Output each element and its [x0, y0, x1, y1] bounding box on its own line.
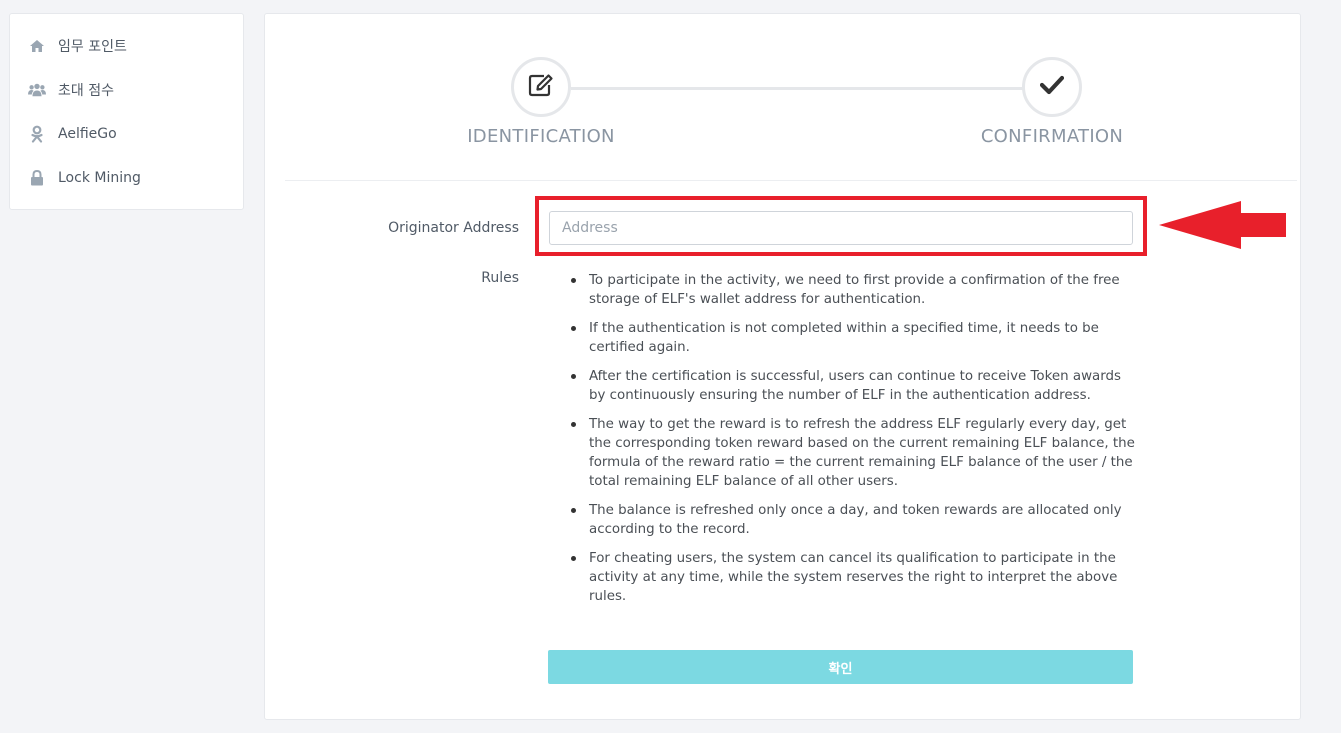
divider: [285, 180, 1297, 181]
arrow-left-icon: [1159, 201, 1286, 249]
rule-item: The balance is refreshed only once a day…: [569, 501, 1139, 539]
sidebar-item-invite-score[interactable]: 초대 점수: [10, 75, 243, 105]
lock-icon: [28, 169, 46, 187]
sidebar-item-label: 초대 점수: [58, 83, 114, 99]
home-icon: [28, 37, 46, 55]
edit-icon: [528, 73, 554, 101]
sidebar-item-label: Lock Mining: [58, 170, 141, 186]
sidebar-item-label: AelfieGo: [58, 126, 117, 142]
step-label-identification: IDENTIFICATION: [467, 126, 615, 147]
check-icon: [1039, 75, 1065, 99]
originator-address-label: Originator Address: [388, 220, 519, 236]
rule-item: After the certification is successful, u…: [569, 367, 1139, 405]
address-input[interactable]: [549, 211, 1133, 245]
sidebar-item-lock-mining[interactable]: Lock Mining: [10, 163, 243, 193]
sidebar: 임무 포인트 초대 점수 AelfieGo Lock Mining: [9, 13, 244, 210]
rule-item: For cheating users, the system can cance…: [569, 549, 1139, 606]
sidebar-item-label: 임무 포인트: [58, 39, 127, 55]
users-icon: [28, 81, 46, 99]
rule-item: The way to get the reward is to refresh …: [569, 415, 1139, 491]
main-panel: IDENTIFICATION CONFIRMATION Originator A…: [264, 13, 1301, 720]
rule-item: If the authentication is not completed w…: [569, 319, 1139, 357]
step-confirmation: [1022, 57, 1082, 117]
step-label-confirmation: CONFIRMATION: [980, 126, 1124, 147]
stepper-line: [571, 87, 1055, 90]
confirm-button[interactable]: 확인: [548, 650, 1133, 684]
rules-label: Rules: [481, 270, 519, 286]
rules-list: To participate in the activity, we need …: [569, 271, 1139, 616]
rule-item: To participate in the activity, we need …: [569, 271, 1139, 309]
step-identification: [511, 57, 571, 117]
odnoklassniki-icon: [28, 125, 46, 143]
sidebar-item-aelfiego[interactable]: AelfieGo: [10, 119, 243, 149]
sidebar-item-mission-points[interactable]: 임무 포인트: [10, 31, 243, 61]
